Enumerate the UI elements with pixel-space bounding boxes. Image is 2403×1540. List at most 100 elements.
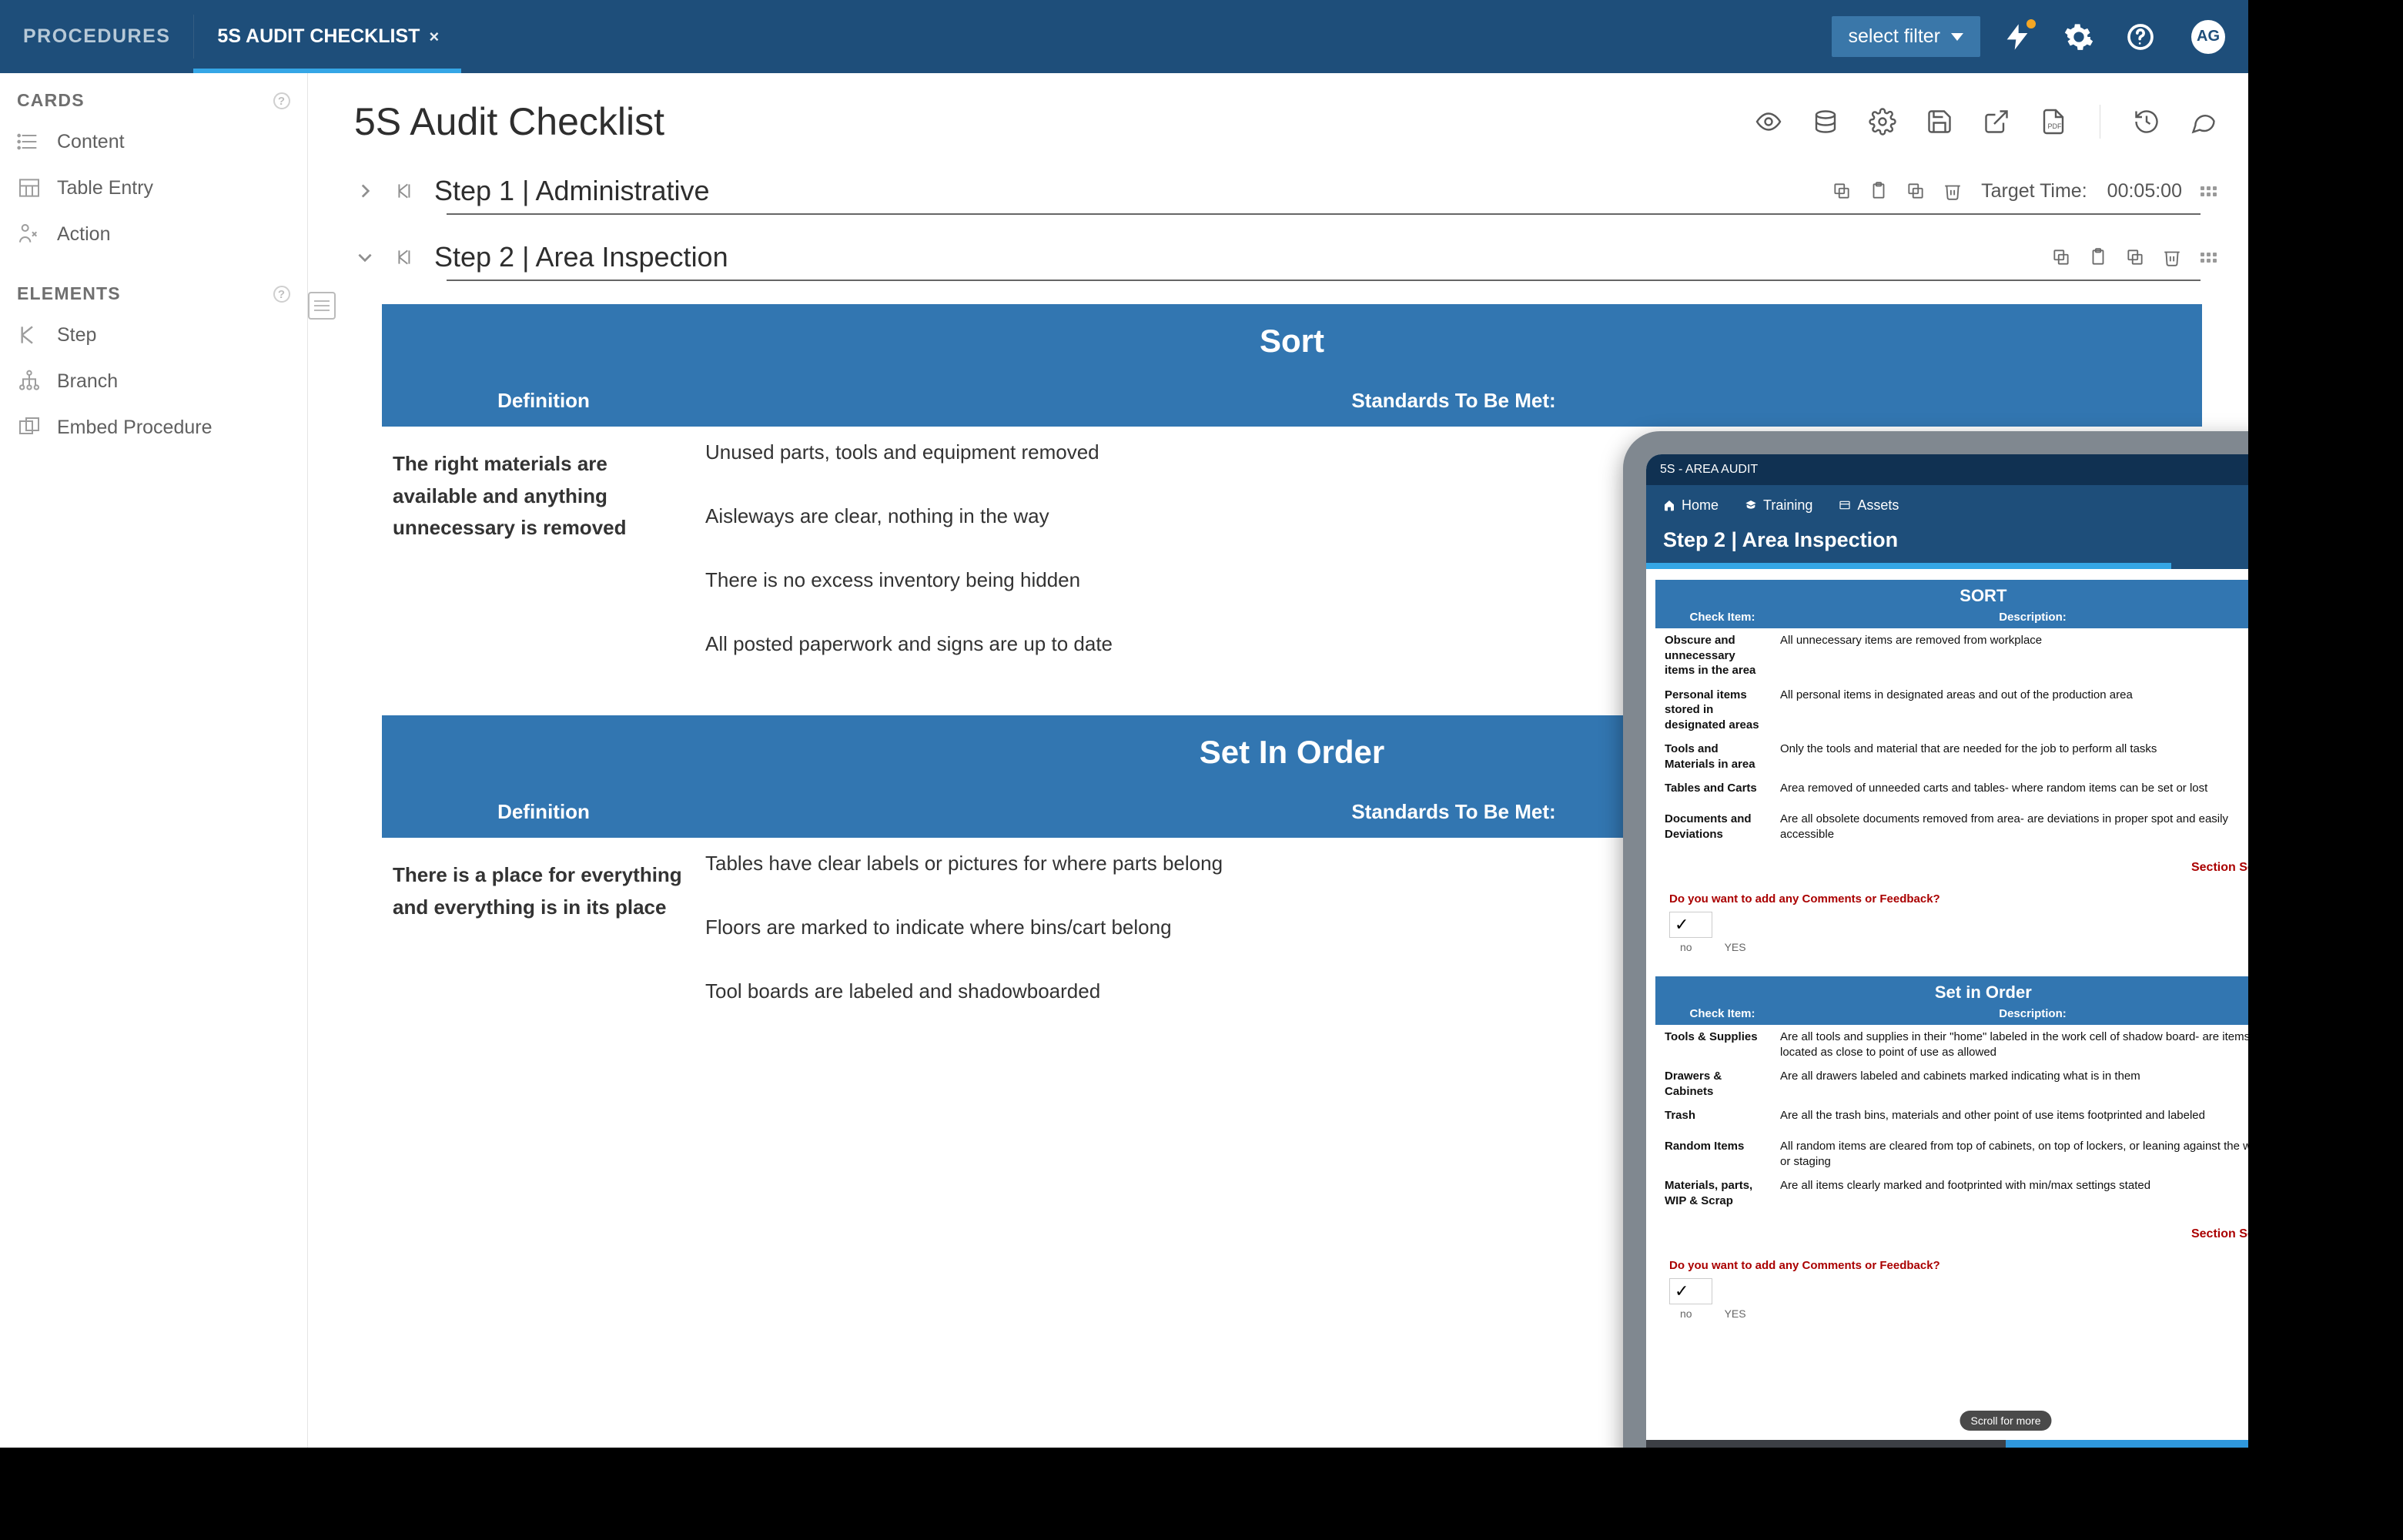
card-content[interactable]: Content [0, 119, 307, 165]
branch-icon [17, 369, 42, 393]
clipboard-icon[interactable] [1869, 181, 1889, 201]
tablet-nav-assets[interactable]: Assets [1839, 497, 1899, 514]
card-note-icon[interactable] [308, 292, 336, 320]
tablet-sort-header: SORTSCORE: Check Item: Description: 1 - … [1655, 580, 2248, 628]
card-table-entry[interactable]: Table Entry [0, 165, 307, 211]
select-filter-label: select filter [1849, 25, 1940, 48]
check-item: Materials, parts, WIP & Scrap [1665, 1178, 1780, 1208]
comments-toggle[interactable]: ✓ [1669, 1278, 2248, 1304]
page-title-row: 5S Audit Checklist PDF [354, 99, 2217, 144]
checklist-row: Drawers & CabinetsAre all drawers labele… [1655, 1064, 2248, 1103]
info-icon[interactable] [273, 92, 290, 109]
drag-handle-icon[interactable] [2201, 253, 2217, 263]
target-time-value[interactable]: 00:05:00 [2107, 180, 2182, 203]
checklist-row: TrashAre all the trash bins, materials a… [1655, 1103, 2248, 1134]
checklist-row: Personal items stored in designated area… [1655, 683, 2248, 738]
tablet-nav-home[interactable]: Home [1663, 497, 1719, 514]
info-icon[interactable] [273, 286, 290, 303]
check-description: Are all the trash bins, materials and ot… [1780, 1108, 2248, 1123]
trash-icon[interactable] [1943, 181, 1963, 201]
comments-toggle[interactable]: ✓ [1669, 912, 2248, 938]
active-document-tab[interactable]: 5S AUDIT CHECKLIST × [194, 0, 462, 73]
copy-icon[interactable] [1832, 181, 1852, 201]
database-icon[interactable] [1812, 108, 1839, 136]
skip-icon[interactable] [394, 246, 416, 268]
next-button[interactable]: → [2006, 1440, 2248, 1448]
user-avatar[interactable]: AG [2191, 20, 2225, 54]
checklist-row: Materials, parts, WIP & ScrapAre all ite… [1655, 1173, 2248, 1213]
open-external-icon[interactable] [1983, 108, 2010, 136]
check-item: Trash [1665, 1108, 1780, 1123]
select-filter-button[interactable]: select filter [1832, 16, 1980, 57]
comment-icon[interactable] [2190, 108, 2217, 136]
close-tab-icon[interactable]: × [429, 27, 439, 47]
step-1-title[interactable]: Step 1 | Administrative [434, 175, 1813, 207]
chevron-right-icon[interactable] [354, 180, 376, 202]
tablet-feedback-sio: Do you want to add any Comments or Feedb… [1655, 1253, 2248, 1332]
checklist-row: Documents and DeviationsAre all obsolete… [1655, 807, 2248, 846]
copy-icon[interactable] [1906, 181, 1926, 201]
check-item: Obscure and unnecessary items in the are… [1665, 633, 1780, 678]
header: PROCEDURES 5S AUDIT CHECKLIST × select f… [0, 0, 2248, 73]
target-time: Target Time: 00:05:00 [1981, 180, 2182, 203]
tablet-nav-training[interactable]: Training [1745, 497, 1812, 514]
step-2-title[interactable]: Step 2 | Area Inspection [434, 241, 2033, 273]
element-step[interactable]: Step [0, 312, 307, 358]
active-tab-label: 5S AUDIT CHECKLIST [217, 25, 420, 48]
app-window: PROCEDURES 5S AUDIT CHECKLIST × select f… [0, 0, 2248, 1448]
header-actions: AG [2002, 20, 2225, 54]
check-item: Tools & Supplies [1665, 1029, 1780, 1045]
check-item: Personal items stored in designated area… [1665, 688, 1780, 733]
tablet-sort-section-score: Section Score: 20 [1665, 857, 2248, 879]
help-icon[interactable] [2125, 22, 2156, 52]
check-description: Only the tools and material that are nee… [1780, 742, 2248, 757]
gear-icon[interactable] [2063, 22, 2094, 52]
history-icon[interactable] [2133, 108, 2160, 136]
skip-icon[interactable] [394, 180, 416, 202]
check-item: Tables and Carts [1665, 781, 1780, 796]
pdf-icon[interactable]: PDF [2040, 108, 2067, 136]
elements-header: ELEMENTS [0, 271, 307, 312]
preview-icon[interactable] [1755, 108, 1782, 136]
prev-button[interactable]: ← [1646, 1440, 2006, 1448]
check-description: Are all items clearly marked and footpri… [1780, 1178, 2248, 1194]
check-item: Drawers & Cabinets [1665, 1069, 1780, 1099]
bolt-icon[interactable] [2002, 22, 2033, 52]
drag-handle-icon[interactable] [2201, 186, 2217, 196]
element-branch[interactable]: Branch [0, 358, 307, 404]
step-1-tools [1832, 181, 1963, 201]
check-item: Random Items [1665, 1139, 1780, 1154]
copy-icon[interactable] [2051, 247, 2071, 267]
scroll-hint: Scroll for more [1960, 1411, 2051, 1431]
clipboard-icon[interactable] [2088, 247, 2108, 267]
notification-dot-icon [2026, 19, 2036, 28]
sort-title: Sort [382, 304, 2202, 378]
checklist-row: Obscure and unnecessary items in the are… [1655, 628, 2248, 683]
element-embed-procedure[interactable]: Embed Procedure [0, 404, 307, 450]
step-2-tools [2051, 247, 2182, 267]
check-description: Are all obsolete documents removed from … [1780, 812, 2248, 842]
copy-icon[interactable] [2125, 247, 2145, 267]
sidebar: CARDS Content Table Entry Action [0, 73, 308, 1448]
checklist-row: Tables and CartsArea removed of unneeded… [1655, 776, 2248, 807]
table-icon [17, 176, 42, 200]
card-action[interactable]: Action [0, 211, 307, 257]
check-item: Documents and Deviations [1665, 812, 1780, 842]
tablet-body[interactable]: SORTSCORE: Check Item: Description: 1 - … [1646, 569, 2248, 1440]
trash-icon[interactable] [2162, 247, 2182, 267]
embed-icon [17, 415, 42, 440]
tablet-sio-rows: Tools & SuppliesAre all tools and suppli… [1655, 1025, 2248, 1213]
check-description: Are all drawers labeled and cabinets mar… [1780, 1069, 2248, 1084]
tablet-overlay: 5S - AREA AUDIT 9:10 Home [1623, 431, 2248, 1448]
procedures-tab[interactable]: PROCEDURES [0, 0, 193, 73]
page-action-icons: PDF [1755, 105, 2217, 139]
tablet-status-bar: 5S - AREA AUDIT 9:10 [1646, 454, 2248, 485]
tablet-feedback-sort: Do you want to add any Comments or Feedb… [1655, 886, 2248, 966]
tablet-step-title: Step 2 | Area Inspection [1646, 524, 2248, 563]
settings-icon[interactable] [1869, 108, 1896, 136]
save-icon[interactable] [1926, 108, 1953, 136]
check-description: All personal items in designated areas a… [1780, 688, 2248, 703]
page-title: 5S Audit Checklist [354, 99, 664, 144]
chevron-down-icon[interactable] [354, 246, 376, 268]
tablet-sio-header: Set in OrderSCORE: Check Item: Descripti… [1655, 976, 2248, 1025]
